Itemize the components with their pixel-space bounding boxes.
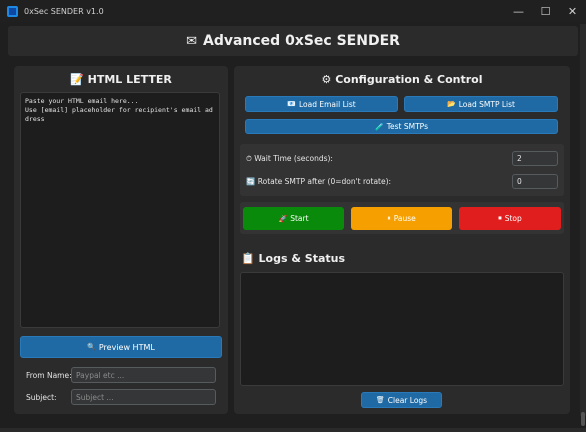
subject-input[interactable]: [71, 389, 216, 405]
scrollbar-thumb[interactable]: [581, 412, 585, 426]
start-button[interactable]: 🚀 Start: [243, 207, 344, 230]
test-icon: 🧪: [375, 122, 384, 131]
from-name-input[interactable]: [71, 367, 216, 383]
pause-icon: ⏸: [387, 214, 391, 222]
clear-logs-button[interactable]: 🗑 Clear Logs: [361, 392, 442, 408]
html-letter-editor[interactable]: Paste your HTML email here... Use [email…: [20, 92, 220, 328]
document-icon: 📝: [70, 73, 84, 86]
html-letter-panel: 📝 HTML LETTER Paste your HTML email here…: [14, 66, 228, 414]
bottom-strip: [0, 428, 586, 432]
from-name-label: From Name:: [26, 371, 72, 380]
trash-icon: 🗑: [375, 396, 385, 404]
rotate-icon: 🔄: [246, 177, 256, 186]
wait-time-input[interactable]: [512, 151, 558, 166]
clipboard-icon: 📋: [241, 252, 255, 265]
maximize-button[interactable]: ☐: [532, 0, 559, 22]
preview-html-button[interactable]: 🔍 Preview HTML: [20, 336, 222, 358]
magnifier-icon: 🔍: [87, 343, 96, 351]
html-letter-heading: 📝 HTML LETTER: [70, 73, 172, 86]
window-scrollbar[interactable]: [580, 24, 586, 426]
settings-section: ⏱ Wait Time (seconds): 🔄 Rotate SMTP aft…: [240, 144, 564, 196]
controls-section: 🚀 Start ⏸ Pause ⏹ Stop: [240, 202, 564, 234]
app-title: Advanced 0xSec SENDER: [202, 33, 400, 49]
folder-icon: 📂: [447, 100, 456, 108]
rotate-smtp-label: 🔄 Rotate SMTP after (0=don't rotate):: [246, 177, 392, 186]
minimize-button[interactable]: —: [505, 0, 532, 22]
stop-icon: ⏹: [498, 214, 502, 222]
gear-icon: ⚙: [321, 73, 332, 86]
load-email-list-button[interactable]: 📧 Load Email List: [245, 96, 398, 112]
test-smtps-button[interactable]: 🧪 Test SMTPs: [245, 119, 558, 134]
email-list-icon: 📧: [287, 100, 297, 108]
subject-label: Subject:: [26, 393, 57, 402]
stop-button[interactable]: ⏹ Stop: [459, 207, 561, 230]
window-titlebar: 0xSec SENDER v1.0 — ☐ ✕: [0, 0, 586, 22]
window-controls: — ☐ ✕: [505, 0, 586, 22]
pause-button[interactable]: ⏸ Pause: [351, 207, 452, 230]
rotate-smtp-input[interactable]: [512, 174, 558, 189]
close-button[interactable]: ✕: [559, 0, 586, 22]
configuration-panel: ⚙ Configuration & Control 📧 Load Email L…: [234, 66, 570, 414]
wait-time-label: ⏱ Wait Time (seconds):: [246, 154, 333, 163]
load-smtp-list-button[interactable]: 📂 Load SMTP List: [404, 96, 558, 112]
window-title: 0xSec SENDER v1.0: [24, 6, 104, 16]
app-header: ✉ Advanced 0xSec SENDER: [8, 26, 578, 56]
configuration-heading: ⚙ Configuration & Control: [321, 73, 483, 86]
envelope-icon: ✉: [186, 33, 197, 49]
stopwatch-icon: ⏱: [246, 154, 252, 163]
logs-heading: 📋 Logs & Status: [241, 252, 346, 265]
app-icon: [7, 5, 18, 17]
logs-textbox[interactable]: [240, 272, 564, 386]
rocket-icon: 🚀: [278, 214, 288, 223]
